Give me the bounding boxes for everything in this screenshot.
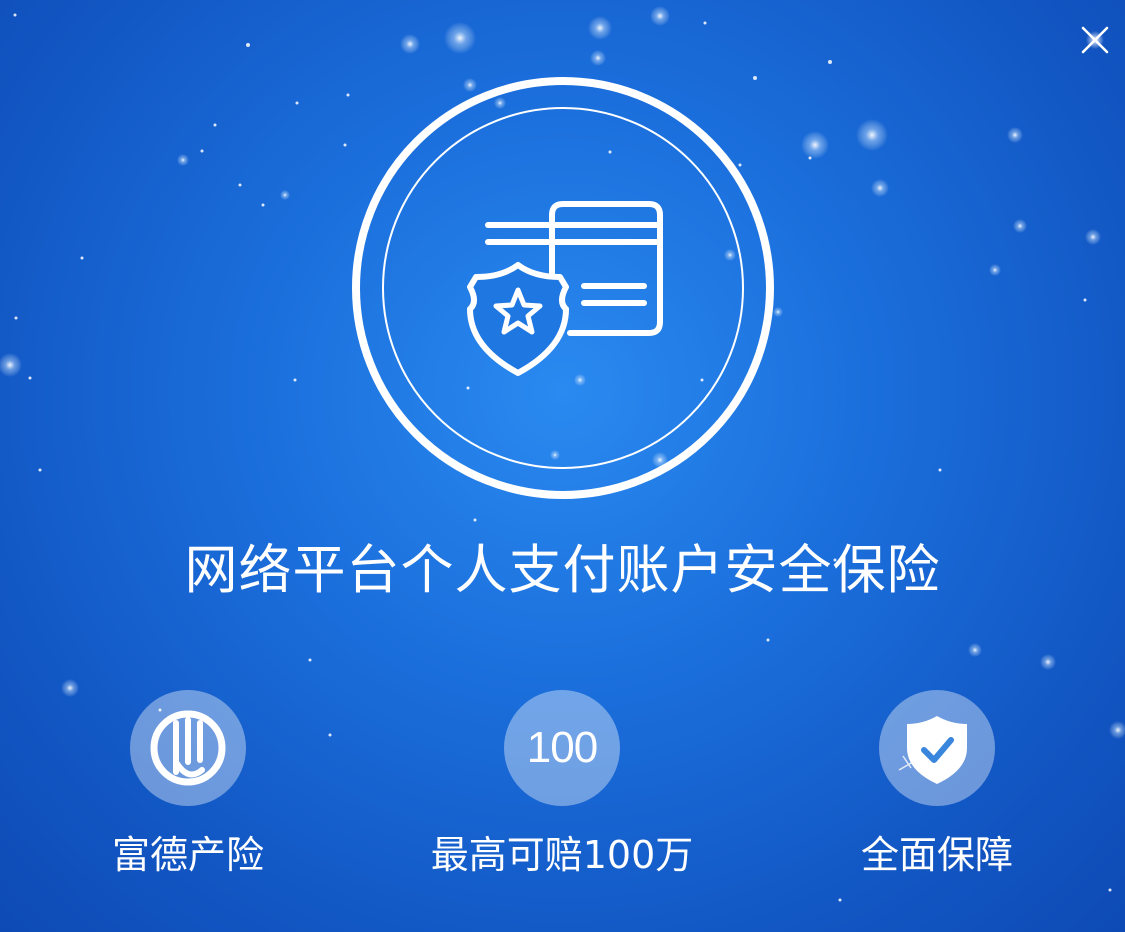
feature-circle bbox=[130, 690, 246, 806]
feature-label: 全面保障 bbox=[860, 833, 1013, 877]
feature-label: 最高可赔100万 bbox=[430, 833, 694, 877]
hero-emblem bbox=[352, 77, 774, 499]
close-button[interactable] bbox=[1075, 20, 1115, 60]
feature-circle: 100 bbox=[504, 690, 620, 806]
feature-insurer: 富德产险 bbox=[48, 690, 328, 880]
shield-check-icon bbox=[898, 716, 967, 784]
fude-logo-icon bbox=[150, 710, 226, 786]
feature-max-payout: 100 最高可赔100万 bbox=[422, 690, 702, 880]
close-icon bbox=[1081, 26, 1109, 54]
feature-circle bbox=[879, 690, 995, 806]
page-title: 网络平台个人支付账户安全保险 bbox=[184, 540, 941, 601]
card-shield-icon bbox=[467, 201, 663, 376]
feature-label: 富德产险 bbox=[111, 833, 264, 877]
number-badge: 100 bbox=[526, 723, 598, 772]
feature-full-protection: 全面保障 bbox=[797, 690, 1077, 880]
